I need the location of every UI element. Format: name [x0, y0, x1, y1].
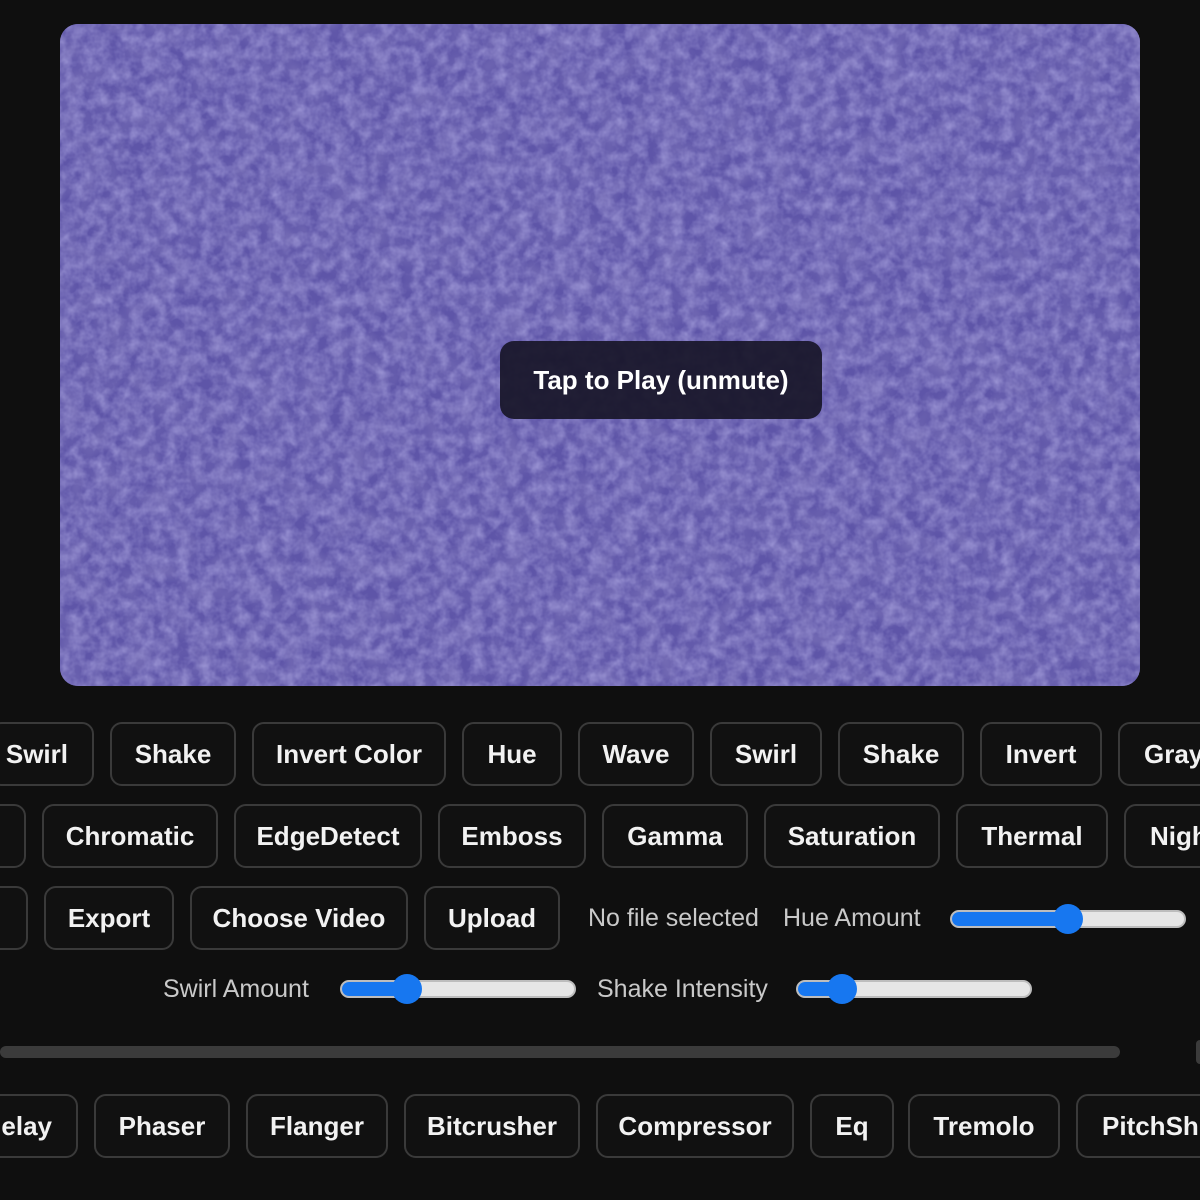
effect-wave-button[interactable]: Wave [578, 722, 694, 786]
audio-tremolo-button[interactable]: Tremolo [908, 1094, 1060, 1158]
hue-amount-slider-thumb[interactable] [1053, 904, 1083, 934]
audio-delay-button[interactable]: elay [0, 1094, 78, 1158]
shake-intensity-label: Shake Intensity [597, 975, 768, 1003]
audio-eq-button[interactable]: Eq [810, 1094, 894, 1158]
effect-chromatic-button[interactable]: Chromatic [42, 804, 218, 868]
audio-flanger-button[interactable]: Flanger [246, 1094, 388, 1158]
video-effects-app: Tap to Play (unmute) Swirl Shake Invert … [0, 0, 1200, 1200]
export-button[interactable]: Export [44, 886, 174, 950]
video-effects-row-2: Chromatic EdgeDetect Emboss Gamma Satura… [0, 804, 1200, 870]
video-effects-row: Swirl Shake Invert Color Hue Wave Swirl … [0, 722, 1200, 788]
effect-emboss-button[interactable]: Emboss [438, 804, 586, 868]
effect-swirl-2-button[interactable]: Swirl [710, 722, 822, 786]
shake-intensity-slider-thumb[interactable] [827, 974, 858, 1004]
hidden-control-button[interactable] [0, 886, 28, 950]
effect-thermal-button[interactable]: Thermal [956, 804, 1108, 868]
effect-hidden-button[interactable] [0, 804, 26, 868]
shake-intensity-slider[interactable] [796, 974, 1032, 1004]
swirl-amount-slider[interactable] [340, 974, 576, 1004]
hue-amount-label: Hue Amount [783, 904, 921, 932]
effect-gamma-button[interactable]: Gamma [602, 804, 748, 868]
effect-hue-button[interactable]: Hue [462, 722, 562, 786]
effect-shake-button[interactable]: Shake [110, 722, 236, 786]
video-preview[interactable]: Tap to Play (unmute) [60, 24, 1140, 686]
choose-video-button[interactable]: Choose Video [190, 886, 408, 950]
audio-pitchshift-button[interactable]: PitchShi [1076, 1094, 1200, 1158]
effect-night-button[interactable]: Nigh [1124, 804, 1200, 868]
audio-effects-row: elay Phaser Flanger Bitcrusher Compresso… [0, 1094, 1200, 1160]
hue-amount-slider-fill [952, 912, 1068, 926]
effect-invert-button[interactable]: Invert [980, 722, 1102, 786]
file-status-text: No file selected [588, 904, 759, 932]
tap-to-play-button[interactable]: Tap to Play (unmute) [500, 341, 822, 419]
effect-sliders-row: Swirl Amount Shake Intensity [0, 972, 1200, 1008]
swirl-amount-slider-thumb[interactable] [391, 974, 422, 1004]
playback-progress-bar[interactable] [0, 1046, 1120, 1058]
audio-bitcrusher-button[interactable]: Bitcrusher [404, 1094, 580, 1158]
audio-compressor-button[interactable]: Compressor [596, 1094, 794, 1158]
effect-gray-button[interactable]: Gray [1118, 722, 1200, 786]
effect-swirl-button[interactable]: Swirl [0, 722, 94, 786]
playback-progress-handle[interactable] [1196, 1040, 1200, 1064]
audio-phaser-button[interactable]: Phaser [94, 1094, 230, 1158]
effect-saturation-button[interactable]: Saturation [764, 804, 940, 868]
hue-amount-slider[interactable] [950, 904, 1186, 934]
effect-invert-color-button[interactable]: Invert Color [252, 722, 446, 786]
file-controls-row: Export Choose Video Upload No file selec… [0, 886, 1200, 952]
upload-button[interactable]: Upload [424, 886, 560, 950]
swirl-amount-label: Swirl Amount [163, 975, 309, 1003]
effect-shake-2-button[interactable]: Shake [838, 722, 964, 786]
effect-edgedetect-button[interactable]: EdgeDetect [234, 804, 422, 868]
